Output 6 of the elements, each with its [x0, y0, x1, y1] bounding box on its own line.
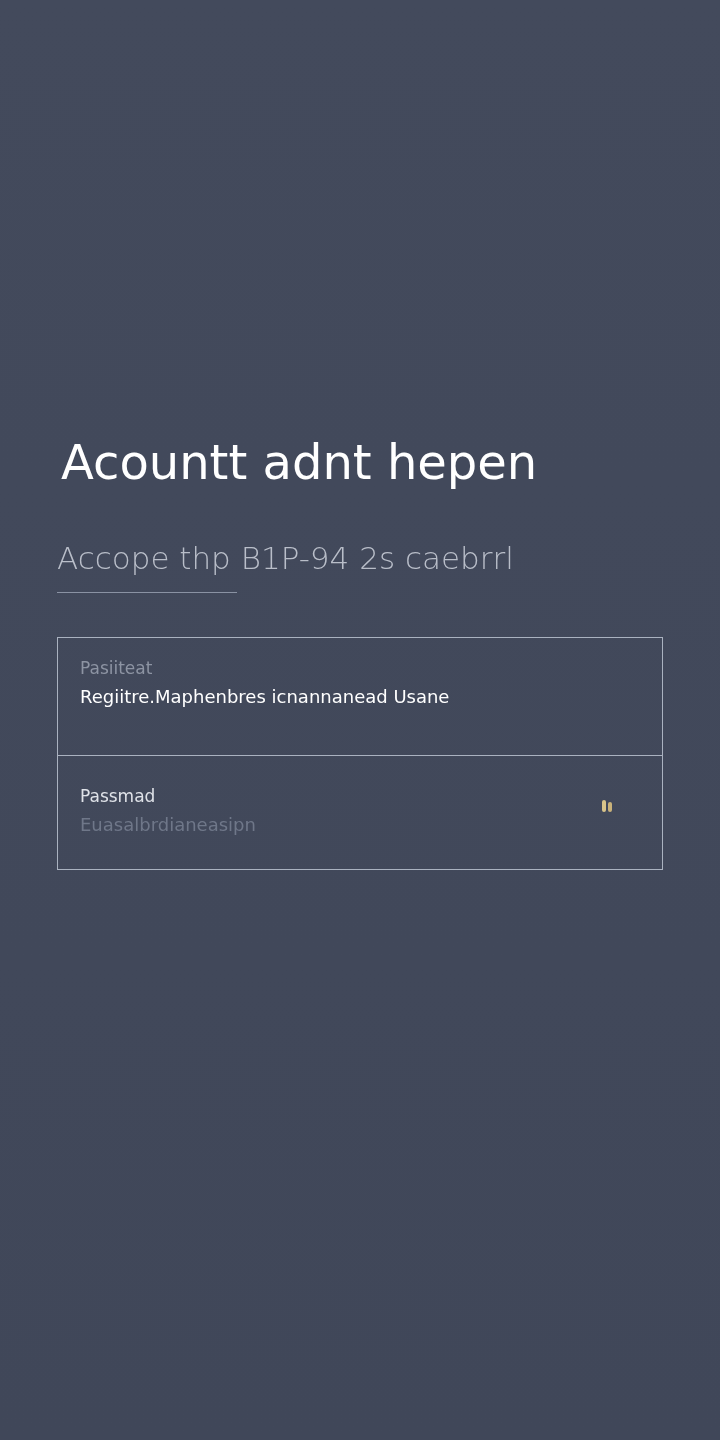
subtitle: Accope thp B1P-94 2s caebrrl: [57, 539, 515, 578]
field-label: Pasiiteat: [80, 658, 154, 678]
glyph-icon[interactable]: [600, 798, 614, 814]
page-title: Acountt adnt hepen: [61, 433, 539, 492]
input-field[interactable]: Regiitre.Maphenbres icnannanead Usane: [80, 686, 600, 707]
field-label: Passmad: [80, 786, 157, 806]
